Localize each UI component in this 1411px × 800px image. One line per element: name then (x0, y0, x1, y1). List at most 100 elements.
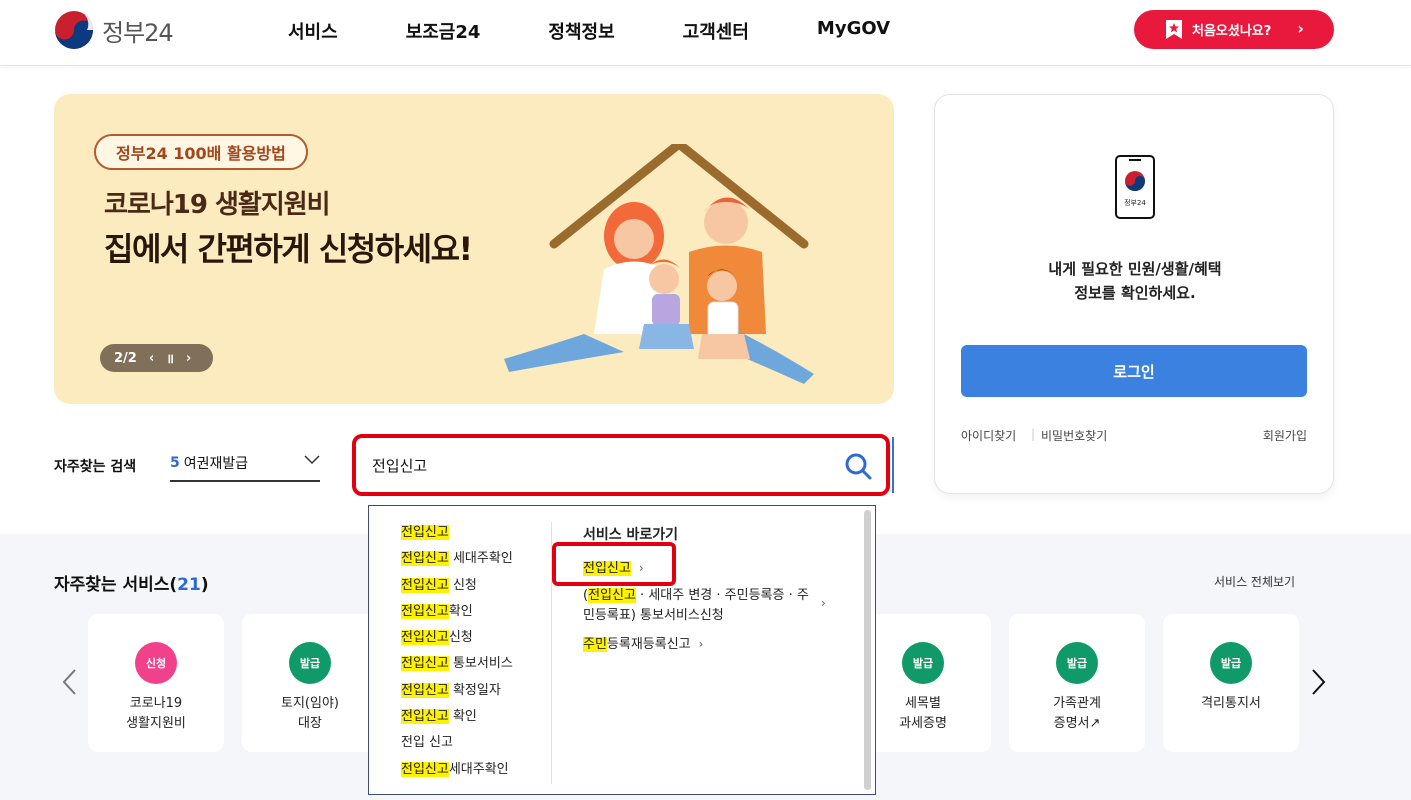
banner-subtitle: 코로나19 생활지원비 (104, 190, 331, 220)
banner-pager: 2/2 ‹ ॥ › (100, 344, 213, 372)
suggestion-rest: 확인 (448, 709, 477, 725)
suggestion-item[interactable]: 전입신고신청 (401, 627, 513, 653)
service-badge: 신청 (135, 642, 177, 684)
carousel-prev-icon[interactable] (60, 668, 80, 696)
nav-policy[interactable]: 정책정보 (548, 18, 614, 44)
popular-search-label: 자주찾는 검색 (54, 459, 137, 475)
banner-tag: 정부24 100배 활용방법 (94, 134, 308, 170)
service-card[interactable]: 발급 격리통지서 (1163, 614, 1299, 752)
link-separator: | (1031, 427, 1036, 441)
signup-link[interactable]: 회원가입 (1263, 427, 1307, 444)
logo-text: 정부24 (102, 18, 174, 47)
chevron-right-icon: › (1297, 19, 1304, 38)
phone-caption: 정부24 (1124, 198, 1146, 207)
nav-subsidy24[interactable]: 보조금24 (406, 18, 481, 44)
suggestion-item[interactable]: 전입신고확인 (401, 601, 513, 627)
banner-title: 집에서 간편하게 신청하세요! (104, 230, 473, 268)
search-icon[interactable] (844, 452, 872, 480)
chevron-right-icon: › (821, 596, 826, 610)
site-header: 정부24 서비스 보조금24 정책정보 고객센터 MyGOV 처음오셨나요? › (0, 0, 1411, 66)
services-title-text: 자주찾는 서비스( (54, 575, 178, 595)
services-title-end: ) (200, 575, 209, 595)
banner-prev-icon[interactable]: ‹ (149, 351, 154, 366)
login-message-line2: 정보를 확인하세요. (1074, 284, 1196, 302)
bookmark-star-icon (1166, 20, 1182, 39)
suggestion-rest: 신청 (448, 577, 477, 593)
service-badge: 발급 (289, 642, 331, 684)
suggestion-highlight: 전입신고 (401, 603, 449, 619)
banner-pause-icon[interactable]: ॥ (166, 349, 174, 367)
suggestion-highlight: 전입신고 (401, 525, 449, 540)
suggestion-highlight: 전입신고 (401, 709, 449, 725)
find-id-link[interactable]: 아이디찾기 (961, 427, 1016, 444)
search-box (352, 434, 890, 496)
service-card[interactable]: 신청 코로나19 생활지원비 (88, 614, 224, 752)
main-nav: 서비스 보조금24 정책정보 고객센터 MyGOV (288, 18, 958, 44)
suggestion-item[interactable]: 전입신고 통보서비스 (401, 653, 513, 679)
chevron-right-icon: › (698, 637, 704, 651)
mobile-id-icon: 정부24 (1115, 155, 1155, 219)
login-message-line1: 내게 필요한 민원/생활/혜택 (1048, 260, 1222, 278)
login-button[interactable]: 로그인 (961, 345, 1307, 397)
suggestion-rest: 통보서비스 (448, 656, 513, 672)
carousel-next-icon[interactable] (1308, 668, 1328, 696)
suggestion-rest: 세대주확인 (448, 761, 509, 777)
suggestion-item[interactable]: 전입신고 신청 (401, 575, 513, 601)
suggestion-highlight: 전입신고 (401, 577, 449, 593)
frequent-services-title: 자주찾는 서비스(21) (54, 570, 209, 595)
suggestion-list: 전입신고 전입신고 세대주확인 전입신고 신청 전입신고확인 전입신고신청 전입… (401, 522, 513, 785)
popular-search-select[interactable]: 5 여권재발급 (170, 446, 320, 482)
family-house-illustration (504, 144, 814, 384)
banner-next-icon[interactable]: › (186, 351, 191, 366)
promo-banner[interactable]: 정부24 100배 활용방법 코로나19 생활지원비 집에서 간편하게 신청하세… (54, 94, 894, 404)
quick-link-re-registration[interactable]: 주민등록재등록신고 › (583, 633, 703, 652)
suggestion-highlight: 전입신고 (401, 551, 449, 567)
popular-search-rank: 5 (170, 455, 180, 471)
suggestion-highlight: 전입신고 (401, 630, 449, 646)
login-card: 정부24 내게 필요한 민원/생활/혜택 정보를 확인하세요. 로그인 아이디찾… (934, 94, 1334, 494)
chevron-down-icon (304, 455, 320, 465)
suggestion-item[interactable]: 전입신고 세대주확인 (401, 548, 513, 574)
suggestion-highlight: 전입신고 (401, 656, 449, 672)
suggestion-item[interactable]: 전입 신고 (401, 732, 513, 758)
suggestion-highlight: 전입신고 (401, 761, 449, 777)
suggestion-item[interactable]: 전입신고 확정일자 (401, 680, 513, 706)
service-label: 토지(임야) 대장 (281, 696, 339, 731)
dropdown-scrollbar[interactable] (864, 510, 871, 790)
quick-link-rest: 등록재등록신고 (606, 637, 691, 652)
service-label: 가족관계 증명서↗ (1053, 696, 1101, 731)
quick-link-highlight: 전입신고 (588, 588, 636, 603)
find-password-link[interactable]: 비밀번호찾기 (1041, 427, 1107, 444)
nav-mygov[interactable]: MyGOV (817, 18, 890, 44)
gov24-logo[interactable]: 정부24 (54, 10, 174, 50)
taegeuk-icon (55, 11, 93, 49)
suggestion-item[interactable]: 전입신고세대주확인 (401, 759, 513, 785)
services-count: 21 (177, 575, 201, 595)
first-visit-label: 처음오셨나요? (1192, 24, 1272, 39)
popular-search-value: 여권재발급 (183, 456, 249, 472)
service-label: 격리통지서 (1201, 696, 1261, 711)
suggestion-item[interactable]: 전입신고 (401, 522, 513, 548)
quick-link-highlight: 주민 (583, 637, 607, 652)
highlight-annotation-box (552, 542, 676, 586)
suggestion-rest: 세대주확인 (448, 551, 513, 567)
suggestion-rest: 확인 (448, 603, 473, 619)
nav-customer-center[interactable]: 고객센터 (683, 18, 749, 44)
first-visit-button[interactable]: 처음오셨나요? › (1134, 10, 1334, 49)
service-card[interactable]: 발급 가족관계 증명서↗ (1009, 614, 1145, 752)
nav-services[interactable]: 서비스 (288, 18, 338, 44)
service-card[interactable]: 발급 토지(임야) 대장 (242, 614, 378, 752)
service-badge: 발급 (1210, 642, 1252, 684)
suggestion-item[interactable]: 전입신고 확인 (401, 706, 513, 732)
quick-link-notification-service[interactable]: (전입신고 · 세대주 변경 · 주민등록증 · 주민등록표) 통보서비스신청 (583, 586, 815, 626)
quick-links-title: 서비스 바로가기 (583, 527, 679, 543)
search-input[interactable] (372, 456, 802, 474)
suggestion-highlight: 전입신고 (401, 682, 449, 698)
service-badge: 발급 (1056, 642, 1098, 684)
view-all-services-link[interactable]: 서비스 전체보기 (1214, 573, 1295, 590)
suggestion-rest: 확정일자 (448, 682, 501, 698)
service-label: 코로나19 생활지원비 (126, 696, 186, 731)
banner-page-indicator: 2/2 (114, 350, 137, 366)
suggestion-rest: 전입 신고 (401, 735, 453, 751)
service-badge: 발급 (902, 642, 944, 684)
